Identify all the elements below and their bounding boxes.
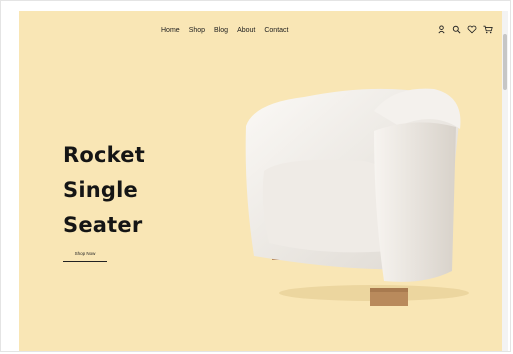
nav-link-home[interactable]: Home	[161, 26, 180, 35]
top-navigation: Home Shop Blog About Contact	[19, 25, 505, 40]
nav-link-blog[interactable]: Blog	[214, 26, 228, 35]
nav-link-about[interactable]: About	[237, 26, 255, 35]
hero-title: Rocket Single Seater	[63, 138, 145, 243]
vertical-scrollbar[interactable]	[502, 11, 508, 351]
user-icon[interactable]	[437, 25, 446, 34]
nav-links: Home Shop Blog About Contact	[161, 26, 288, 35]
hero-title-line-2: Single	[63, 178, 138, 202]
nav-link-contact[interactable]: Contact	[264, 26, 288, 35]
browser-frame: Home Shop Blog About Contact Rocket Sing…	[0, 0, 511, 352]
hero-title-line-3: Seater	[63, 213, 143, 237]
cart-icon[interactable]	[483, 25, 493, 34]
scrollbar-thumb[interactable]	[503, 34, 507, 90]
hero-page: Home Shop Blog About Contact Rocket Sing…	[19, 11, 505, 351]
armchair-image	[245, 88, 469, 306]
nav-icons	[437, 25, 493, 34]
nav-link-shop[interactable]: Shop	[189, 26, 205, 35]
hero-title-line-1: Rocket	[63, 143, 145, 167]
shop-now-button[interactable]: Shop Now	[63, 249, 107, 262]
search-icon[interactable]	[452, 25, 461, 34]
heart-icon[interactable]	[467, 25, 477, 34]
